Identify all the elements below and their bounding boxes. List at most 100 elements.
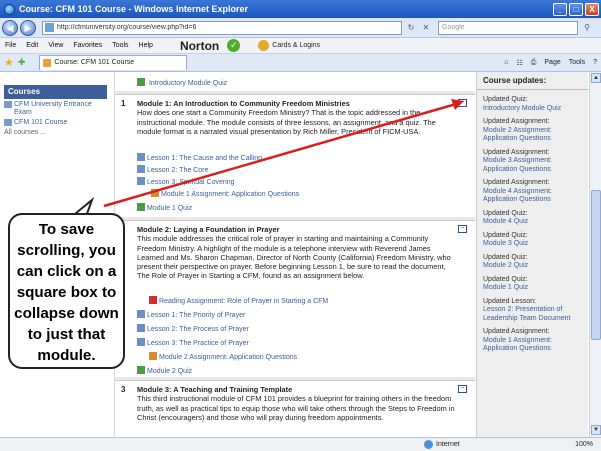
update-link[interactable]: Module 2 Quiz [483,262,582,271]
course-update-item[interactable]: Updated Quiz: Module 4 Quiz [477,210,588,227]
scroll-down-icon[interactable]: ▼ [591,425,601,435]
module-2-section: Module 2: Laying a Foundation in Prayer … [115,220,475,376]
resource-link[interactable]: Lesson 3: The Practice of Prayer [137,338,249,347]
cards-logins-button[interactable]: Cards & Logins [258,40,320,51]
course-list: CFM University Entrance Exam CFM 101 Cou… [4,101,106,137]
update-type: Updated Quiz: [483,275,528,283]
module-1-number: 1 [121,99,126,108]
menu-view[interactable]: View [48,42,63,49]
lesson-icon [137,165,145,173]
address-toolbar: ◀ ▶ http://cfmuniversity.org/course/view… [0,18,601,38]
resource-link[interactable]: Module 2 Quiz [137,366,192,375]
help-icon[interactable]: ? [593,59,597,66]
tab-course[interactable]: Course: CFM 101 Course [39,55,188,70]
tools-menu[interactable]: Tools [569,59,585,66]
menu-file[interactable]: File [5,42,16,49]
update-link[interactable]: Module 2 Assignment: Application Questio… [483,127,582,144]
norton-check-icon[interactable]: ✓ [227,39,241,52]
menu-favorites[interactable]: Favorites [73,42,102,49]
module-3-collapse-button[interactable]: − [458,385,467,393]
all-courses-link[interactable]: All courses ... [4,129,106,137]
course-update-item[interactable]: Updated Quiz: Module 3 Quiz [477,232,588,249]
menu-tools[interactable]: Tools [112,42,128,49]
resource-label: Lesson 3: Spiritual Covering [147,179,235,186]
intro-quiz-link[interactable]: Introductory Module Quiz [137,78,227,87]
minimize-button[interactable]: _ [553,2,567,16]
pdf-icon [149,296,157,304]
page-menu[interactable]: Page [544,59,560,66]
lesson-icon [137,310,145,318]
module-1-description: Module 1: An Introduction to Community F… [137,99,459,136]
resource-link[interactable]: Lesson 1: The Priority of Prayer [137,310,245,319]
course-update-item[interactable]: Updated Quiz: Module 1 Quiz [477,276,588,293]
resource-label: Reading Assignment: Role of Prayer in St… [159,298,329,305]
quiz-icon [137,203,145,211]
lesson-icon [137,338,145,346]
update-link[interactable]: Module 4 Quiz [483,218,582,227]
course-update-item[interactable]: Updated Assignment: Module 4 Assignment: … [477,179,588,205]
feeds-icon[interactable]: ☷ [517,59,523,67]
course-update-item[interactable]: Updated Quiz: Module 2 Quiz [477,254,588,271]
forward-button[interactable]: ▶ [20,19,36,36]
resource-label: Lesson 1: The Priority of Prayer [147,312,246,319]
favorites-star-icon[interactable]: ★ [4,56,14,69]
address-url[interactable]: http://cfmuniversity.org/course/view.php… [57,24,401,31]
menu-edit[interactable]: Edit [26,42,38,49]
update-link[interactable]: Lesson 2: Presentation of Leadership Tea… [483,306,582,323]
update-link[interactable]: Introductory Module Quiz [483,105,582,114]
scroll-up-icon[interactable]: ▲ [591,73,601,83]
module-3-section: 3 Module 3: A Teaching and Training Temp… [115,380,475,437]
refresh-icon[interactable]: ↻ [405,22,417,34]
search-icon[interactable]: ⚲ [581,22,593,34]
cards-icon [258,40,270,51]
resource-label: Module 1 Quiz [147,205,193,212]
zone-label: Internet [436,441,460,448]
course-update-item[interactable]: Updated Assignment: Module 2 Assignment: … [477,118,588,144]
stop-icon[interactable]: ✕ [420,22,432,34]
status-bar: Internet 100% [0,437,601,451]
resource-link[interactable]: Module 1 Assignment: Application Questio… [151,189,299,198]
update-link[interactable]: Module 3 Assignment: Application Questio… [483,157,582,174]
resource-link[interactable]: Lesson 2: The Core [137,165,208,174]
print-icon[interactable]: ⎙ [531,59,537,67]
search-input[interactable]: Google [438,20,578,35]
resource-label: Lesson 3: The Practice of Prayer [147,340,249,347]
course-update-item[interactable]: Updated Assignment: Module 1 Assignment: … [477,328,588,354]
course-update-item[interactable]: Updated Lesson: Lesson 2: Presentation of… [477,298,588,324]
update-type: Updated Lesson: [483,297,536,305]
maximize-button[interactable]: □ [569,2,583,16]
close-button[interactable]: X [585,2,599,16]
module-3-description: Module 3: A Teaching and Training Templa… [137,385,459,422]
course-link-entrance-exam[interactable]: CFM University Entrance Exam [4,101,106,117]
update-link[interactable]: Module 1 Assignment: Application Questio… [483,337,582,354]
home-icon[interactable]: ⌂ [504,59,508,66]
resource-link[interactable]: Module 1 Quiz [137,203,192,212]
module-2-collapse-button[interactable]: − [458,225,467,233]
resource-link[interactable]: Lesson 1: The Cause and the Calling [137,153,262,162]
update-type: Updated Assignment: [483,148,550,156]
address-bar[interactable]: http://cfmuniversity.org/course/view.php… [42,20,402,35]
module-1-collapse-button[interactable]: − [458,99,467,107]
menu-help[interactable]: Help [139,42,153,49]
zoom-level[interactable]: 100% [575,441,593,448]
resource-link[interactable]: Module 2 Assignment: Application Questio… [149,352,297,361]
course-link-cfm101[interactable]: CFM 101 Course [4,119,106,127]
resource-link[interactable]: Reading Assignment: Role of Prayer in St… [149,296,328,305]
update-type: Updated Quiz: [483,231,528,239]
course-update-item[interactable]: Updated Quiz: Introductory Module Quiz [477,96,588,113]
update-type: Updated Quiz: [483,253,528,261]
update-link[interactable]: Module 3 Quiz [483,240,582,249]
resource-label: Module 2 Quiz [147,368,193,375]
vertical-scrollbar[interactable]: ▲ ▼ [589,72,601,437]
resource-link[interactable]: Lesson 3: Spiritual Covering [137,177,235,186]
globe-icon [424,440,433,449]
update-type: Updated Assignment: [483,118,550,125]
back-button[interactable]: ◀ [2,19,18,36]
scroll-thumb[interactable] [591,190,601,340]
module-2-description: Module 2: Laying a Foundation in Prayer … [137,225,459,281]
update-link[interactable]: Module 4 Assignment: Application Questio… [483,188,582,205]
course-update-item[interactable]: Updated Assignment: Module 3 Assignment: … [477,149,588,175]
resource-link[interactable]: Lesson 2: The Process of Prayer [137,324,249,333]
add-favorites-icon[interactable]: ✚ [18,57,26,68]
update-link[interactable]: Module 1 Quiz [483,284,582,293]
